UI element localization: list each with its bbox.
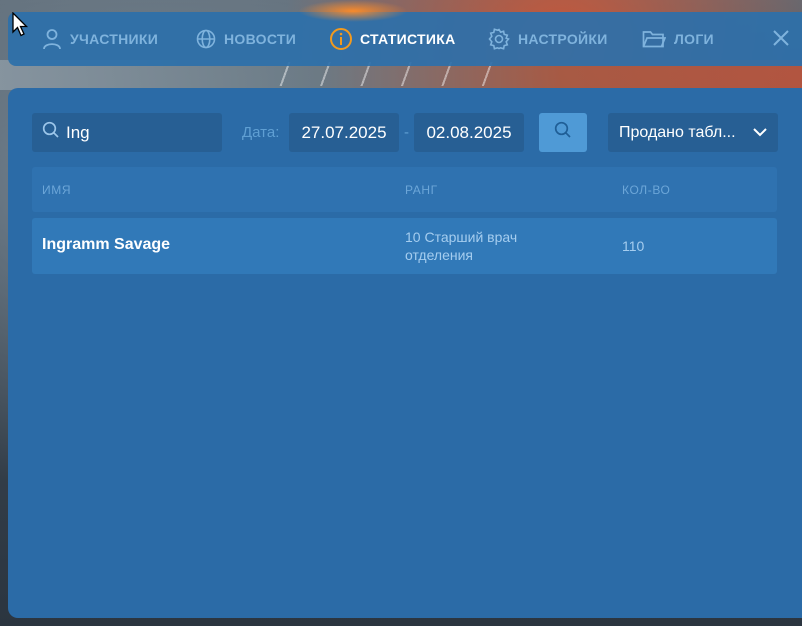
tab-logs-label: ЛОГИ <box>674 31 714 47</box>
close-button[interactable] <box>770 27 792 49</box>
chevron-down-icon <box>752 125 768 144</box>
row-qty: 110 <box>622 238 645 254</box>
mouse-cursor-icon <box>12 11 30 43</box>
tab-settings-label: НАСТРОЙКИ <box>518 31 608 47</box>
tab-news-label: НОВОСТИ <box>224 31 297 47</box>
top-nav-bar: УЧАСТНИКИ НОВОСТИ СТАТИСТИКА НАСТРОЙКИ Л… <box>8 0 802 66</box>
date-to-value: 02.08.2025 <box>426 122 512 142</box>
globe-icon <box>196 29 216 49</box>
column-header-rank: РАНГ <box>405 183 438 197</box>
category-dropdown[interactable]: Продано табл... <box>608 113 778 152</box>
user-icon <box>42 28 62 50</box>
search-icon <box>42 121 60 144</box>
search-button[interactable] <box>539 113 587 152</box>
search-icon <box>554 121 572 144</box>
column-header-name: ИМЯ <box>42 183 72 197</box>
date-to-field[interactable]: 02.08.2025 <box>414 113 524 152</box>
table-header: ИМЯ РАНГ КОЛ-ВО <box>32 167 777 212</box>
row-rank: 10 Старший врач отделения <box>405 229 518 263</box>
search-input[interactable]: Ing <box>32 113 222 152</box>
info-icon <box>330 28 352 50</box>
search-value: Ing <box>66 122 90 142</box>
gear-icon <box>488 28 510 50</box>
date-separator: - <box>404 124 409 141</box>
date-from-field[interactable]: 27.07.2025 <box>289 113 399 152</box>
tab-settings[interactable]: НАСТРОЙКИ <box>488 12 608 66</box>
date-from-value: 27.07.2025 <box>301 122 387 142</box>
tab-participants-label: УЧАСТНИКИ <box>70 31 159 47</box>
column-header-qty: КОЛ-ВО <box>622 183 671 197</box>
row-name: Ingramm Savage <box>42 236 171 253</box>
date-label: Дата: <box>242 124 280 141</box>
tab-news[interactable]: НОВОСТИ <box>196 12 296 66</box>
statistics-panel: Ing Дата: 27.07.2025 - 02.08.2025 Продан… <box>8 88 802 618</box>
close-icon <box>770 30 792 53</box>
dropdown-selected-value: Продано табл... <box>619 123 736 141</box>
tab-statistics-label: СТАТИСТИКА <box>360 31 456 47</box>
tab-participants[interactable]: УЧАСТНИКИ <box>42 12 158 66</box>
tab-statistics[interactable]: СТАТИСТИКА <box>330 12 456 66</box>
tab-logs[interactable]: ЛОГИ <box>642 12 714 66</box>
table-row[interactable]: Ingramm Savage 10 Старший врач отделения… <box>32 218 777 274</box>
folder-icon <box>642 29 666 49</box>
